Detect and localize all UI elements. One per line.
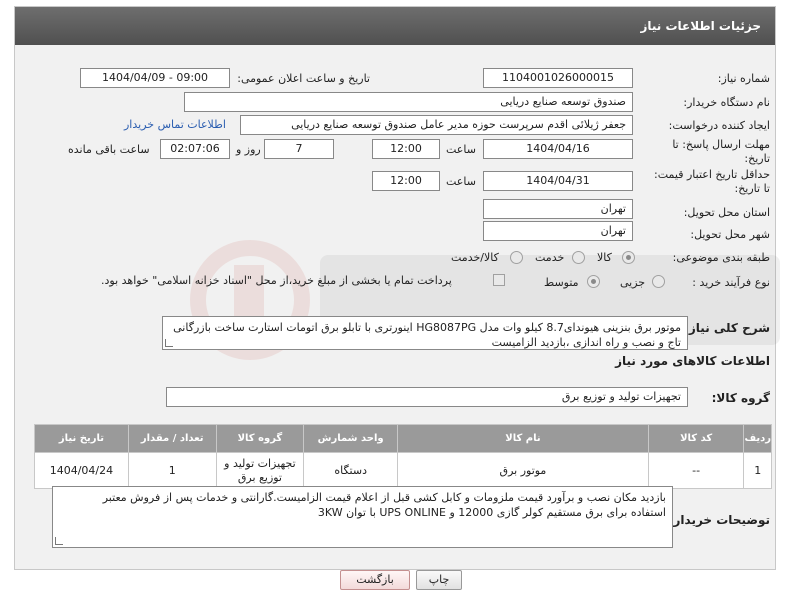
resize-handle-icon[interactable] xyxy=(165,339,173,347)
announce-label: تاریخ و ساعت اعلان عمومی: xyxy=(237,72,370,85)
category-label: طبقه بندی موضوعی: xyxy=(672,251,770,264)
cell-group: تجهیزات تولید و توزیع برق xyxy=(215,452,305,489)
panel-title: جزئیات اطلاعات نیاز xyxy=(15,7,775,45)
treasury-payment-note: پرداخت تمام یا بخشی از مبلغ خرید،از محل … xyxy=(101,274,452,287)
validity-label-2: تا تاریخ: xyxy=(734,182,770,195)
cell-group-line-1: تجهیزات تولید و xyxy=(224,456,296,470)
category-option-both: کالا/خدمت xyxy=(451,251,499,264)
buyer-notes-line-1: بازدید مکان نصب و برآورد قیمت ملزومات و … xyxy=(102,491,666,504)
col-header-code: کد کالا xyxy=(647,424,745,453)
resize-handle-icon[interactable] xyxy=(55,537,63,545)
province-label: استان محل تحویل: xyxy=(683,206,770,219)
category-option-goods: کالا xyxy=(597,251,612,264)
buyer-contact-link[interactable]: اطلاعات تماس خریدار xyxy=(124,118,226,131)
requester-field: جعفر ژیلائی اقدم سرپرست حوزه مدیر عامل ص… xyxy=(240,115,633,135)
buyer-notes-textarea: بازدید مکان نصب و برآورد قیمت ملزومات و … xyxy=(52,486,673,548)
cell-unit: دستگاه xyxy=(303,452,399,489)
buyer-org-label: نام دستگاه خریدار: xyxy=(683,96,770,109)
city-label: شهر محل تحویل: xyxy=(690,228,770,241)
city-field: تهران xyxy=(483,221,633,241)
process-option-medium: متوسط xyxy=(544,276,579,289)
category-radio-goods[interactable] xyxy=(622,251,635,264)
goods-group-field: تجهیزات تولید و توزیع برق xyxy=(166,387,688,407)
category-option-service: خدمت xyxy=(535,251,565,264)
col-header-qty: تعداد / مقدار xyxy=(127,424,217,453)
deadline-time-label: ساعت xyxy=(446,143,476,156)
days-remaining-field: 7 xyxy=(264,139,334,159)
cell-code: -- xyxy=(647,452,745,489)
cell-qty: 1 xyxy=(127,452,217,489)
need-number-label: شماره نیاز: xyxy=(717,72,770,85)
process-option-minor: جزیی xyxy=(620,276,646,289)
process-radio-minor[interactable] xyxy=(652,275,665,288)
buyer-notes-label: توضیحات خریدار: xyxy=(668,513,770,527)
validity-time-label: ساعت xyxy=(446,175,476,188)
table-header-row: ردیف کد کالا نام کالا واحد شمارش گروه کا… xyxy=(34,424,772,453)
description-textarea: موتور برق بنزینی هیوندای8.7 کیلو وات مدل… xyxy=(162,316,688,350)
remaining-time-field: 02:07:06 xyxy=(160,139,230,159)
print-button[interactable]: چاپ xyxy=(416,570,462,590)
validity-label: حداقل تاریخ اعتبار قیمت: xyxy=(654,168,770,181)
validity-time-field: 12:00 xyxy=(372,171,440,191)
deadline-label: مهلت ارسال پاسخ: تا xyxy=(672,138,770,151)
col-header-group: گروه کالا xyxy=(215,424,305,453)
treasury-payment-checkbox[interactable] xyxy=(493,274,505,286)
remaining-time-label: ساعت باقی مانده xyxy=(68,143,150,156)
description-line-2: تاج و نصب و راه اندازی ،بازدید الزامیست xyxy=(491,336,681,349)
province-field: تهران xyxy=(483,199,633,219)
category-radio-both[interactable] xyxy=(510,251,523,264)
cell-group-line-2: توزیع برق xyxy=(237,470,282,484)
buyer-org-field: صندوق توسعه صنایع دریایی xyxy=(184,92,633,112)
deadline-time-field: 12:00 xyxy=(372,139,440,159)
col-header-date: تاریخ نیاز xyxy=(34,424,129,453)
col-header-name: نام کالا xyxy=(397,424,649,453)
description-line-1: موتور برق بنزینی هیوندای8.7 کیلو وات مدل… xyxy=(173,321,681,334)
cell-name: موتور برق xyxy=(397,452,649,489)
buyer-notes-line-2: استفاده برای برق مستقیم کولر گازی 12000 … xyxy=(317,506,666,519)
items-table: ردیف کد کالا نام کالا واحد شمارش گروه کا… xyxy=(34,424,772,489)
col-header-unit: واحد شمارش xyxy=(303,424,399,453)
deadline-label-2: تاریخ: xyxy=(744,152,770,165)
col-header-row: ردیف xyxy=(743,424,772,453)
goods-group-label: گروه کالا: xyxy=(711,391,770,405)
cell-date: 1404/04/24 xyxy=(34,452,129,489)
back-button[interactable]: بازگشت xyxy=(340,570,410,590)
need-number-field: 1104001026000015 xyxy=(483,68,633,88)
process-label: نوع فرآیند خرید : xyxy=(692,276,770,289)
table-row: 1 -- موتور برق دستگاه تجهیزات تولید و تو… xyxy=(34,452,772,489)
process-radio-medium[interactable] xyxy=(587,275,600,288)
requester-label: ایجاد کننده درخواست: xyxy=(668,119,770,132)
category-radio-service[interactable] xyxy=(572,251,585,264)
cell-row: 1 xyxy=(743,452,772,489)
announce-field: 1404/04/09 - 09:00 xyxy=(80,68,230,88)
deadline-date-field: 1404/04/16 xyxy=(483,139,633,159)
description-label: شرح کلی نیاز: xyxy=(684,321,770,335)
goods-section-title: اطلاعات کالاهای مورد نیاز xyxy=(615,354,770,368)
days-label: روز و xyxy=(236,143,261,156)
validity-date-field: 1404/04/31 xyxy=(483,171,633,191)
